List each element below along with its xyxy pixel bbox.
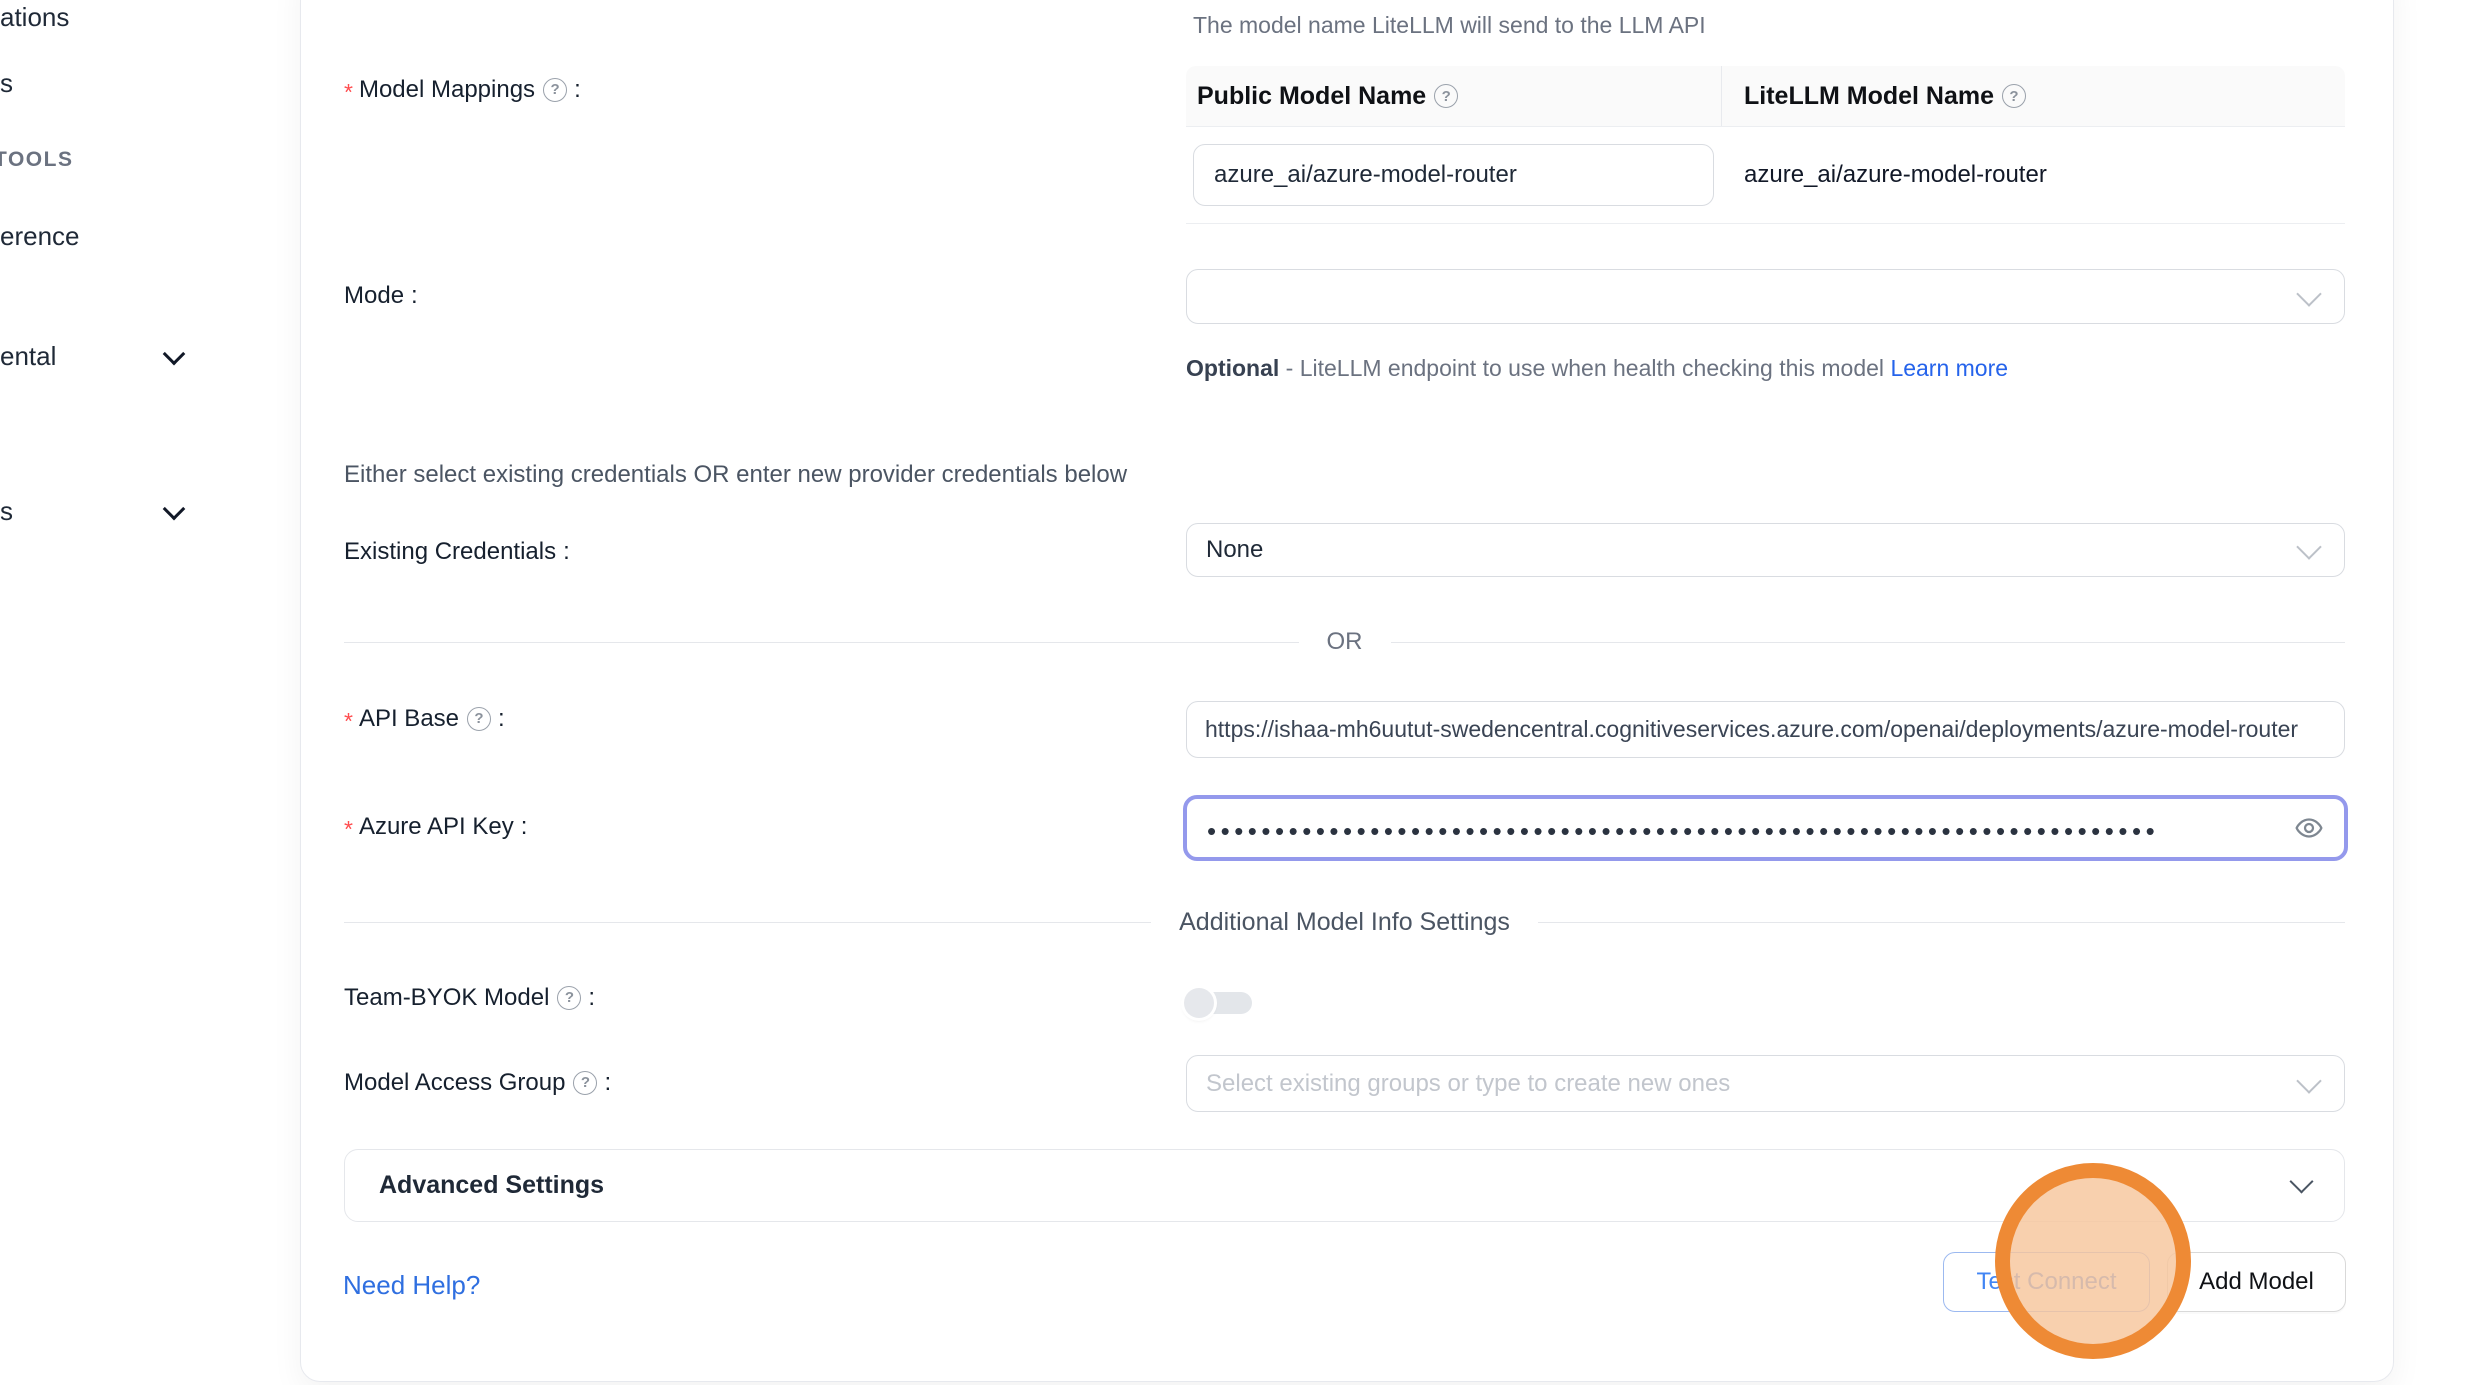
mode-help-text: Optional - LiteLLM endpoint to use when … (1186, 349, 2016, 388)
sidebar-item-reference[interactable]: erence (0, 221, 182, 252)
api-base-input[interactable]: https://ishaa-mh6uutut-swedencentral.cog… (1186, 701, 2345, 758)
sidebar-section-tools: TOOLS (0, 148, 73, 172)
azure-api-key-input[interactable]: ••••••••••••••••••••••••••••••••••••••••… (1183, 795, 2348, 861)
litellm-model-name-value: azure_ai/azure-model-router (1722, 161, 2345, 189)
help-circle-icon[interactable]: ? (2002, 84, 2026, 108)
eye-icon[interactable] (2294, 813, 2324, 843)
help-circle-icon[interactable]: ? (467, 707, 491, 731)
select-placeholder: Select existing groups or type to create… (1206, 1070, 1730, 1098)
existing-credentials-select[interactable]: None (1186, 523, 2345, 577)
chevron-down-icon (163, 342, 186, 365)
sidebar-item-label: s (0, 496, 13, 527)
or-divider: OR (344, 627, 2345, 657)
mode-select[interactable] (1186, 269, 2345, 324)
required-asterisk: * (344, 74, 353, 107)
advanced-settings-title: Advanced Settings (379, 1171, 2293, 1200)
test-connect-button[interactable]: Test Connect (1943, 1252, 2150, 1312)
column-header-litellm-model-name: LiteLLM Model Name ? (1722, 66, 2345, 126)
chevron-down-icon (163, 497, 186, 520)
api-base-label: * API Base ? : (344, 703, 505, 736)
public-model-name-input[interactable] (1193, 144, 1714, 206)
mode-label: Mode : (344, 281, 418, 311)
need-help-link[interactable]: Need Help? (343, 1270, 480, 1301)
sidebar-item-label: s (0, 68, 13, 99)
azure-api-key-label: * Azure API Key : (344, 811, 527, 844)
sidebar-item-label: ations (0, 2, 69, 33)
learn-more-link[interactable]: Learn more (1890, 355, 2008, 381)
sidebar-item-settings[interactable]: s (0, 496, 182, 527)
add-model-button[interactable]: Add Model (2167, 1252, 2346, 1312)
masked-password-value: ••••••••••••••••••••••••••••••••••••••••… (1207, 812, 2284, 844)
sidebar-item-experimental[interactable]: ental (0, 341, 182, 372)
toggle-knob (1184, 988, 1214, 1018)
chevron-down-icon (2296, 281, 2321, 306)
column-header-public-model-name: Public Model Name ? (1186, 66, 1722, 126)
credentials-note: Either select existing credentials OR en… (344, 461, 1127, 489)
advanced-settings-panel[interactable]: Advanced Settings (344, 1149, 2345, 1222)
team-byok-toggle[interactable] (1184, 988, 1252, 1018)
table-row: azure_ai/azure-model-router (1186, 127, 2345, 224)
chevron-down-icon (2296, 534, 2321, 559)
additional-settings-divider: Additional Model Info Settings (344, 906, 2345, 938)
sidebar-item-label: erence (0, 221, 80, 252)
model-access-group-label: Model Access Group ? : (344, 1068, 611, 1098)
existing-credentials-label: Existing Credentials : (344, 537, 570, 567)
help-circle-icon[interactable]: ? (573, 1071, 597, 1095)
help-circle-icon[interactable]: ? (1434, 84, 1458, 108)
sidebar-item-1[interactable]: s (0, 68, 182, 99)
help-circle-icon[interactable]: ? (557, 986, 581, 1010)
chevron-down-icon (2289, 1169, 2313, 1193)
model-mappings-table: Public Model Name ? LiteLLM Model Name ?… (1186, 66, 2345, 224)
sidebar-item-organizations[interactable]: ations (0, 2, 182, 33)
help-circle-icon[interactable]: ? (543, 78, 567, 102)
required-asterisk: * (344, 811, 353, 844)
model-name-hint: The model name LiteLLM will send to the … (1193, 12, 1706, 39)
model-access-group-select[interactable]: Select existing groups or type to create… (1186, 1055, 2345, 1112)
model-mappings-label: * Model Mappings ? : (344, 74, 581, 107)
required-asterisk: * (344, 703, 353, 736)
table-header-row: Public Model Name ? LiteLLM Model Name ? (1186, 66, 2345, 127)
sidebar-item-label: ental (0, 341, 56, 372)
team-byok-label: Team-BYOK Model ? : (344, 983, 595, 1013)
chevron-down-icon (2296, 1068, 2321, 1093)
